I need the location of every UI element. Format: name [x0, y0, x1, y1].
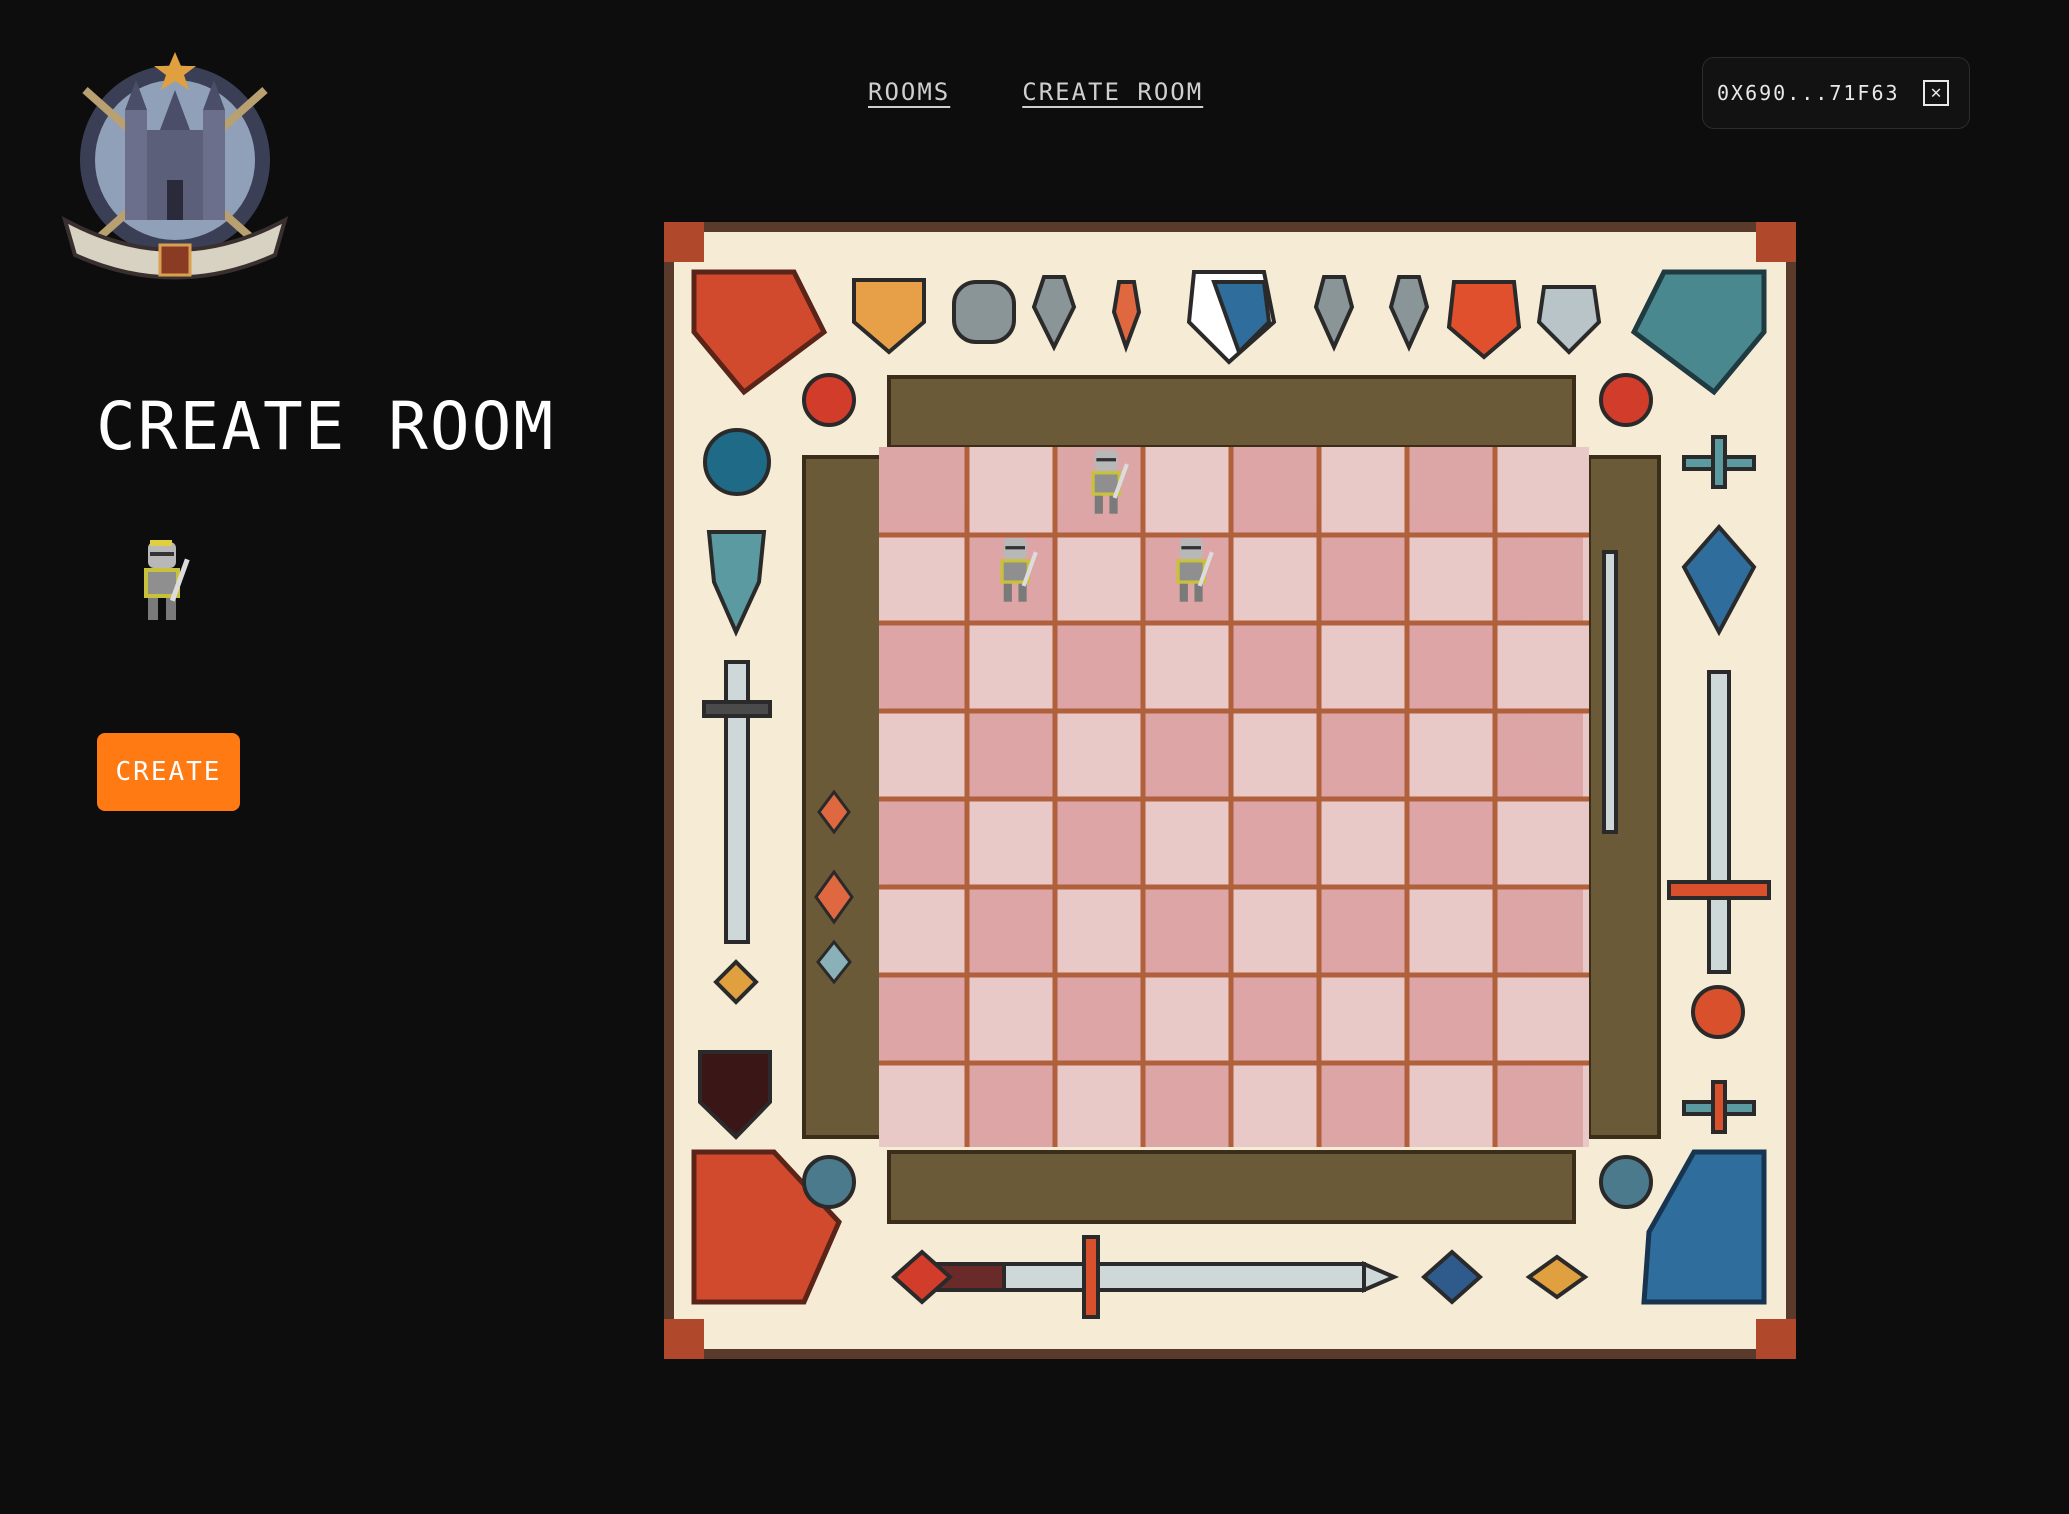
- castle-crest-icon: [61, 52, 289, 280]
- wallet-address: 0X690...71F63: [1717, 81, 1900, 105]
- page-title: CREATE ROOM: [96, 388, 556, 465]
- create-button[interactable]: CREATE: [97, 733, 240, 811]
- wallet-chip[interactable]: 0X690...71F63 ✕: [1702, 57, 1970, 129]
- nilchronicle-logo[interactable]: [55, 50, 295, 300]
- knight-piece[interactable]: [1165, 528, 1219, 610]
- game-board-art: [664, 222, 1796, 1359]
- nav-create-room-link[interactable]: CREATE ROOM: [1022, 78, 1203, 106]
- game-board[interactable]: [664, 222, 1796, 1359]
- nav-rooms-link[interactable]: ROOMS: [868, 78, 950, 106]
- top-nav: ROOMS CREATE ROOM: [868, 78, 1203, 106]
- knight-avatar-icon: [130, 538, 196, 622]
- close-icon[interactable]: ✕: [1923, 80, 1949, 106]
- knight-piece[interactable]: [989, 528, 1043, 610]
- knight-piece[interactable]: [1080, 440, 1134, 522]
